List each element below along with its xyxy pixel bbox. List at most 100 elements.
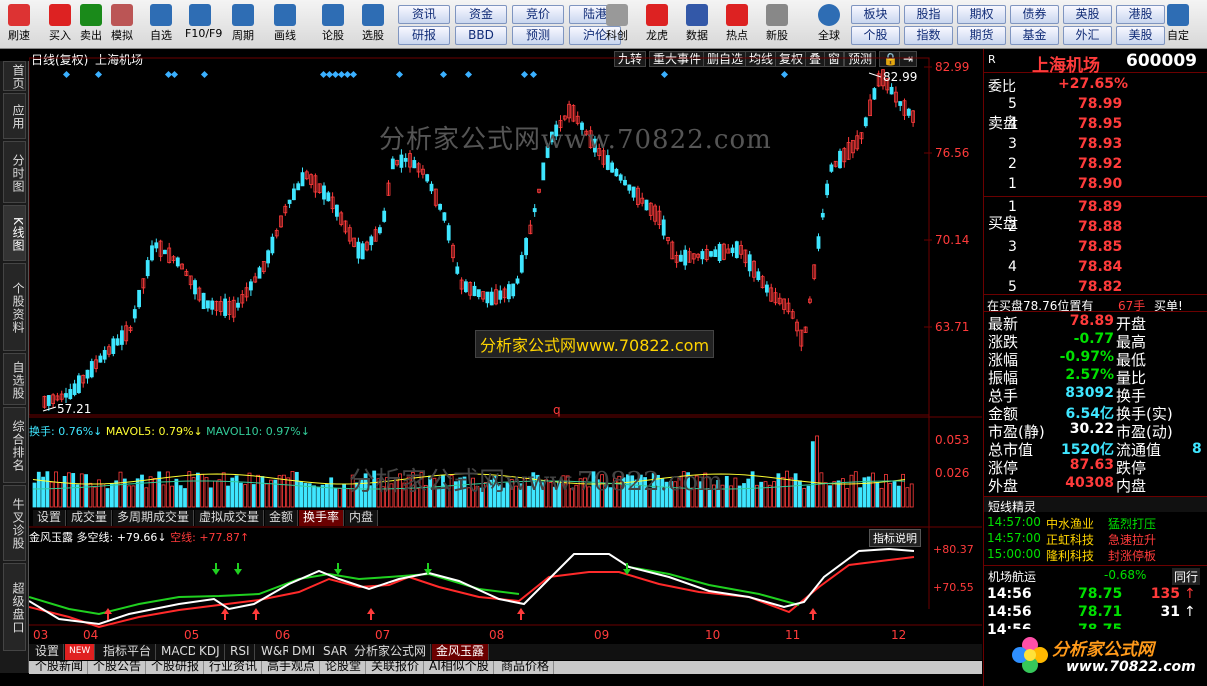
toolbar-customize-button[interactable]: 自定: [1163, 2, 1193, 47]
volume-tab[interactable]: 虚拟成交量: [195, 510, 265, 526]
market-link[interactable]: 基金: [1010, 26, 1059, 45]
info-tab[interactable]: 个股公告: [89, 661, 147, 674]
volume-tab[interactable]: 换手率: [299, 510, 345, 526]
toolbar-f10-button[interactable]: F10/F9: [185, 2, 222, 47]
sidebar-tab[interactable]: 个股资料: [3, 263, 26, 351]
toolbar-button-label: 数据: [686, 29, 708, 42]
candle-body: [610, 162, 614, 173]
month-label: 05: [184, 628, 200, 642]
indicator-axis-label: +70.55: [933, 581, 974, 594]
indicator-tab[interactable]: 指标平台: [99, 644, 157, 660]
sidebar-tab[interactable]: 首页: [3, 61, 26, 91]
sidebar-tab[interactable]: 应用: [3, 93, 26, 139]
toolbar-clock-button[interactable]: 周期: [228, 2, 258, 47]
spirit-row[interactable]: 15:00:00 隆利科技 封涨停板: [984, 547, 1207, 565]
market-link[interactable]: 期权: [957, 5, 1006, 24]
sidebar-tab[interactable]: 牛叉诊股: [3, 485, 26, 561]
volume-bar: [157, 471, 162, 508]
tick-volume: 135: [1150, 586, 1180, 602]
candle-body: [446, 225, 451, 241]
volume-bar: [303, 482, 308, 508]
toolbar-global-button[interactable]: 全球: [814, 2, 844, 47]
volume-tab[interactable]: 金额: [265, 510, 299, 526]
toolbar-star-button[interactable]: 自选: [146, 2, 176, 47]
stat-row: 涨跌 -0.77 最高: [984, 331, 1207, 351]
market-link[interactable]: 港股: [1116, 5, 1165, 24]
sidebar-tab[interactable]: 分时图: [3, 141, 26, 203]
market-link[interactable]: 美股: [1116, 26, 1165, 45]
info-tab[interactable]: 行业资讯: [205, 661, 263, 674]
info-tab[interactable]: 关联报价: [367, 661, 425, 674]
market-link[interactable]: 英股: [1063, 5, 1112, 24]
info-tab[interactable]: AI相似个股: [425, 661, 494, 674]
market-link[interactable]: 指数: [904, 26, 953, 45]
volume-tab[interactable]: 内盘: [345, 510, 379, 526]
toolbar-pencil-button[interactable]: 画线: [270, 2, 300, 47]
indicator-tab[interactable]: NEW: [65, 644, 96, 660]
quick-link[interactable]: 预测: [512, 26, 564, 45]
candle-body: [201, 292, 206, 310]
indicator-tab[interactable]: DMI: [288, 644, 321, 660]
weibi-label: 委比: [988, 79, 1016, 95]
info-tab[interactable]: 个股研报: [147, 661, 205, 674]
toolbar-kechuang-button[interactable]: 科创: [602, 2, 632, 47]
toolbar-hot-button[interactable]: 热点: [722, 2, 752, 47]
quick-link[interactable]: 研报: [398, 26, 450, 45]
r-flag: R: [988, 53, 996, 66]
indicator-tab[interactable]: SAR: [319, 644, 353, 660]
volume-tab[interactable]: 设置: [33, 510, 67, 526]
toolbar-pe-button[interactable]: 数据: [682, 2, 712, 47]
market-link[interactable]: 债券: [1010, 5, 1059, 24]
info-tab[interactable]: 个股新闻: [31, 661, 89, 674]
toolbar-buy-button[interactable]: 买入: [45, 2, 75, 47]
indicator-tab[interactable]: 分析家公式网: [350, 644, 432, 660]
market-link[interactable]: 期货: [957, 26, 1006, 45]
indicator-tab[interactable]: 设置: [31, 644, 65, 660]
market-link[interactable]: 板块: [851, 5, 900, 24]
toolbar-hammer-button[interactable]: 模拟: [107, 2, 137, 47]
chat-icon: [322, 4, 344, 26]
volume-bar: [221, 472, 226, 508]
toolbar-chat-button[interactable]: 论股: [318, 2, 348, 47]
kechuang-icon: [606, 4, 628, 26]
stat-row: 总市值 1520亿 流通值: [984, 439, 1207, 459]
volume-bar: [67, 472, 71, 508]
candle-body: [524, 238, 529, 256]
toolbar-sell-button[interactable]: 卖出: [76, 2, 106, 47]
indicator-line-a: 多空线: +79.66↓: [76, 531, 167, 544]
volume-bar: [200, 473, 205, 508]
info-tab[interactable]: 高手观点: [263, 661, 321, 674]
sidebar-tab[interactable]: K线图: [3, 205, 26, 261]
sidebar-tab[interactable]: 综合排名: [3, 407, 26, 483]
market-link[interactable]: 外汇: [1063, 26, 1112, 45]
quick-link[interactable]: BBD: [455, 26, 507, 45]
quick-link[interactable]: 竞价: [512, 5, 564, 24]
toolbar-refresh-button[interactable]: 刷速: [4, 2, 34, 47]
sidebar-tab[interactable]: 超级盘口: [3, 563, 26, 651]
indicator-tab[interactable]: KDJ: [195, 644, 225, 660]
market-link[interactable]: 股指: [904, 5, 953, 24]
peer-button[interactable]: 同行: [1172, 568, 1201, 585]
toolbar-dragon-button[interactable]: 龙虎: [642, 2, 672, 47]
volume-bar: [260, 476, 265, 508]
indicator-tab[interactable]: RSI: [226, 644, 255, 660]
volume-bar: [75, 484, 80, 508]
market-link[interactable]: 个股: [851, 26, 900, 45]
indicator-tab[interactable]: 金风玉露: [432, 644, 490, 660]
volume-tab[interactable]: 成交量: [67, 510, 113, 526]
info-tab[interactable]: 商品价格: [497, 661, 555, 674]
quick-link[interactable]: 资金: [455, 5, 507, 24]
sidebar-tab[interactable]: 自选股: [3, 353, 26, 405]
candle-body: [412, 160, 417, 169]
toolbar-newstock-button[interactable]: 新股: [762, 2, 792, 47]
quick-link[interactable]: 资讯: [398, 5, 450, 24]
volume-tab[interactable]: 多周期成交量: [113, 510, 195, 526]
pencil-icon: [274, 4, 296, 26]
toolbar-chart-pick-button[interactable]: 选股: [358, 2, 388, 47]
indicator-help-button[interactable]: 指标说明: [869, 529, 921, 547]
info-tab[interactable]: 论股堂: [321, 661, 367, 674]
arrow-down-icon: [234, 569, 242, 575]
indicator-axis-label: +80.37: [933, 543, 974, 556]
logo-url: www.70822.com: [1066, 659, 1196, 675]
vol-legend-turnover: 换手: 0.76%↓: [29, 425, 103, 438]
